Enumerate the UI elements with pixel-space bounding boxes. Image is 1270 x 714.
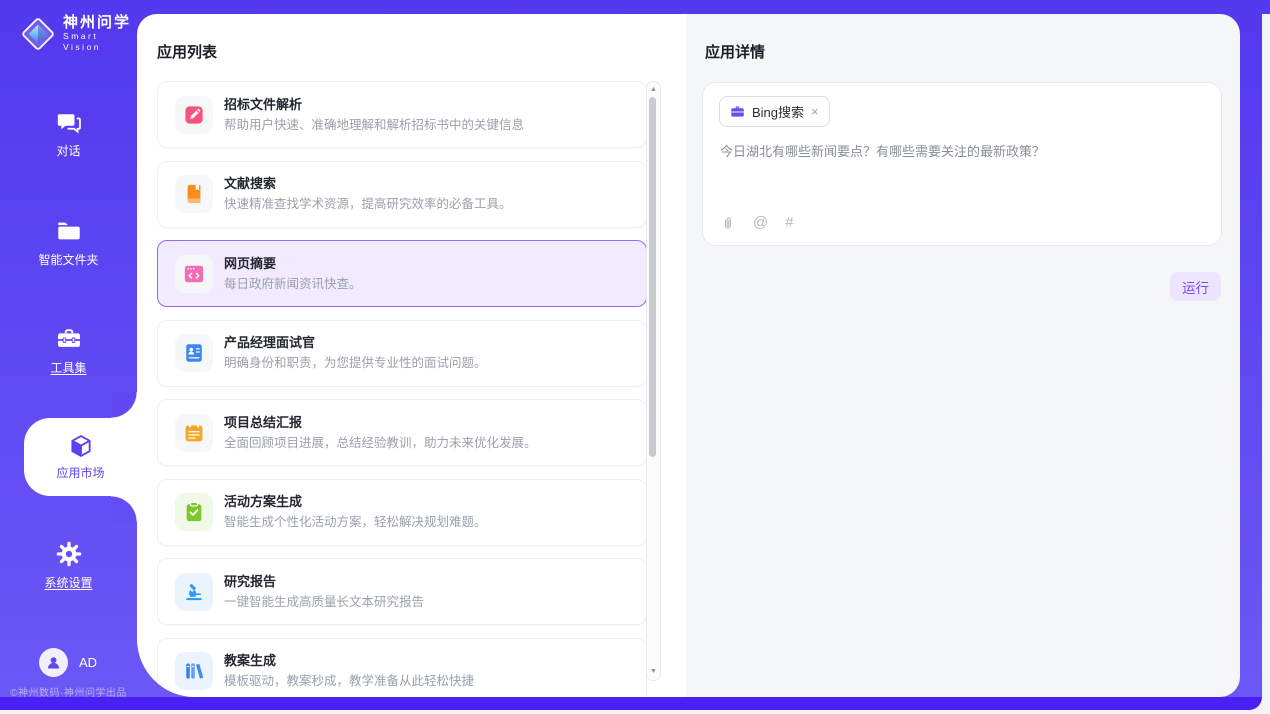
prompt-input[interactable]: 今日湖北有哪些新闻要点？有哪些需要关注的最新政策？: [720, 143, 1205, 161]
sidebar-item-app-market[interactable]: 应用市场: [24, 418, 137, 496]
app-list-item-research-report[interactable]: 研究报告 一键智能生成高质量长文本研究报告: [157, 558, 647, 625]
app-list-title: 应用列表: [157, 41, 217, 62]
sidebar: 神州问学 Smart Vision 对话 智能文件夹 工具集 应用市场 系统设置…: [0, 0, 137, 697]
app-title: 活动方案生成: [224, 494, 487, 510]
app-title: 文献搜索: [224, 176, 512, 192]
app-title: 教案生成: [224, 653, 474, 669]
scrollbar[interactable]: ▲ ▼: [646, 81, 661, 681]
scrollbar-thumb[interactable]: [649, 97, 656, 457]
tool-chip-label: Bing搜索: [752, 102, 804, 121]
app-icon-tile: [175, 96, 213, 134]
app-description: 智能生成个性化活动方案，轻松解决规划难题。: [224, 515, 487, 530]
app-description: 明确身份和职责，为您提供专业性的面试问题。: [224, 356, 487, 371]
app-title: 招标文件解析: [224, 97, 524, 113]
sidebar-item-settings[interactable]: 系统设置: [0, 540, 137, 592]
window-bottom-strip: [0, 697, 1262, 710]
resume-icon: [183, 342, 205, 364]
app-detail-title: 应用详情: [705, 41, 765, 62]
app-detail-panel: 应用详情 Bing搜索 × 今日湖北有哪些新闻要点？有哪些需要关注的最新政策？ …: [686, 14, 1240, 697]
avatar: [39, 648, 68, 677]
app-title: 产品经理面试官: [224, 335, 487, 351]
app-title: 网页摘要: [224, 256, 362, 272]
run-button[interactable]: 运行: [1170, 272, 1221, 301]
mention-icon[interactable]: @: [753, 215, 768, 231]
books-icon: [183, 660, 205, 682]
app-title: 项目总结汇报: [224, 415, 537, 431]
user-icon: [44, 653, 63, 672]
edit-icon: [183, 104, 205, 126]
app-description: 帮助用户快速、准确地理解和解析招标书中的关键信息: [224, 118, 524, 133]
composer-toolbar: @ #: [720, 215, 794, 231]
chip-close-icon[interactable]: ×: [811, 105, 819, 118]
diamond-logo-icon: [20, 15, 56, 53]
tool-chip-bing-search[interactable]: Bing搜索 ×: [719, 96, 830, 127]
app-icon-tile: [175, 255, 213, 293]
cube-icon: [68, 433, 94, 459]
app-icon-tile: [175, 573, 213, 611]
gear-icon: [55, 540, 83, 568]
sidebar-item-chat[interactable]: 对话: [0, 108, 137, 160]
scroll-down-arrow[interactable]: ▼: [647, 667, 660, 677]
user-account[interactable]: AD: [39, 648, 97, 677]
app-description: 一键智能生成高质量长文本研究报告: [224, 595, 424, 610]
app-list: 招标文件解析 帮助用户快速、准确地理解和解析招标书中的关键信息 文献搜索 快速精…: [157, 81, 647, 697]
briefcase-icon: [730, 104, 745, 119]
app-icon-tile: [175, 414, 213, 452]
app-list-item-lesson-plan[interactable]: 教案生成 模板驱动，教案秒成，教学准备从此轻松快捷: [157, 638, 647, 698]
app-description: 全面回顾项目进展，总结经验教训，助力未来优化发展。: [224, 436, 537, 451]
book-icon: [183, 183, 205, 205]
folder-icon: [55, 217, 83, 245]
hash-icon[interactable]: #: [785, 215, 793, 231]
logo-title: 神州问学: [63, 14, 137, 31]
app-frame: 神州问学 Smart Vision 对话 智能文件夹 工具集 应用市场 系统设置…: [0, 0, 1262, 710]
sidebar-item-smart-folders[interactable]: 智能文件夹: [0, 217, 137, 269]
app-logo: 神州问学 Smart Vision: [20, 14, 137, 53]
app-list-item-bid-doc-parse[interactable]: 招标文件解析 帮助用户快速、准确地理解和解析招标书中的关键信息: [157, 81, 647, 148]
user-name: AD: [79, 655, 97, 670]
app-description: 快速精准查找学术资源，提高研究效率的必备工具。: [224, 197, 512, 212]
app-description: 每日政府新闻资讯快查。: [224, 277, 362, 292]
app-list-item-event-plan[interactable]: 活动方案生成 智能生成个性化活动方案，轻松解决规划难题。: [157, 479, 647, 546]
app-title: 研究报告: [224, 574, 424, 590]
chat-icon: [55, 108, 83, 136]
prompt-composer[interactable]: Bing搜索 × 今日湖北有哪些新闻要点？有哪些需要关注的最新政策？ @ #: [702, 82, 1222, 246]
app-list-item-pm-interviewer[interactable]: 产品经理面试官 明确身份和职责，为您提供专业性的面试问题。: [157, 320, 647, 387]
app-list-item-web-summary[interactable]: 网页摘要 每日政府新闻资讯快查。: [157, 240, 647, 307]
app-icon-tile: [175, 175, 213, 213]
attachment-icon[interactable]: [720, 215, 736, 231]
scroll-up-arrow[interactable]: ▲: [647, 85, 660, 95]
microscope-icon: [183, 581, 205, 603]
toolbox-icon: [55, 325, 83, 353]
app-list-panel: 应用列表 招标文件解析 帮助用户快速、准确地理解和解析招标书中的关键信息 文献搜…: [137, 14, 686, 697]
app-list-item-project-summary[interactable]: 项目总结汇报 全面回顾项目进展，总结经验教训，助力未来优化发展。: [157, 399, 647, 466]
logo-subtitle: Smart Vision: [63, 31, 137, 53]
app-icon-tile: [175, 652, 213, 690]
clipboard-check-icon: [183, 501, 205, 523]
app-icon-tile: [175, 493, 213, 531]
sidebar-item-toolset[interactable]: 工具集: [0, 325, 137, 377]
app-list-item-literature-search[interactable]: 文献搜索 快速精准查找学术资源，提高研究效率的必备工具。: [157, 161, 647, 228]
app-icon-tile: [175, 334, 213, 372]
calendar-icon: [183, 422, 205, 444]
app-description: 模板驱动，教案秒成，教学准备从此轻松快捷: [224, 674, 474, 689]
browser-code-icon: [183, 263, 205, 285]
